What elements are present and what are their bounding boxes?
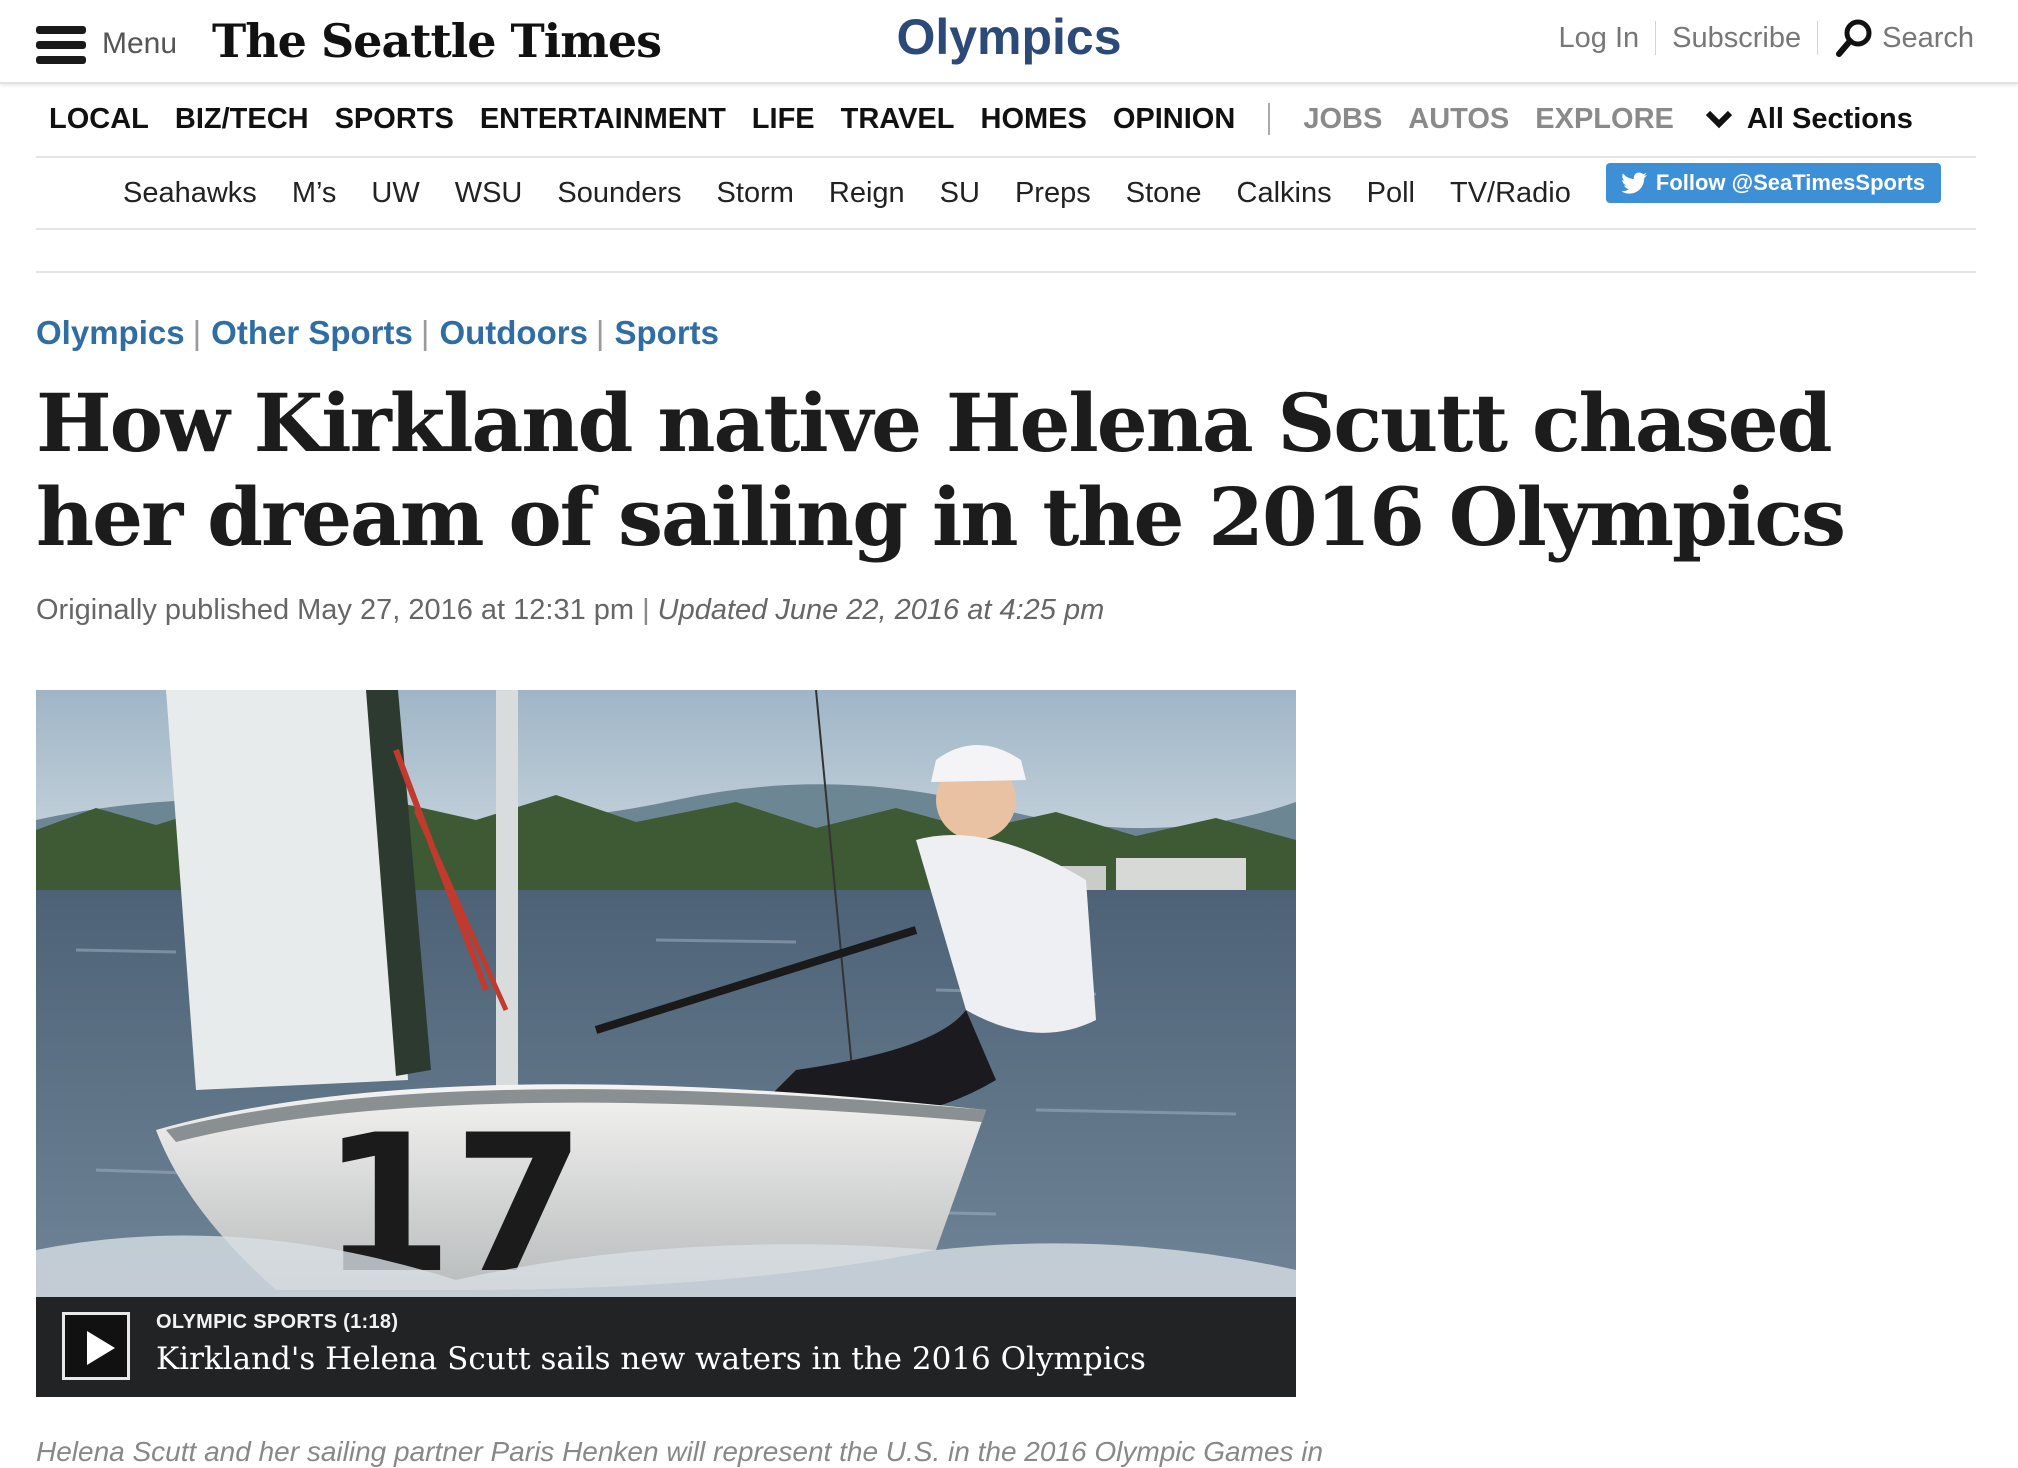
login-link[interactable]: Log In	[1559, 22, 1640, 55]
search-label: Search	[1882, 21, 1974, 54]
subnav-tv-radio[interactable]: TV/Radio	[1450, 177, 1571, 210]
subnav-uw[interactable]: UW	[371, 177, 419, 210]
nav-sports[interactable]: SPORTS	[335, 103, 454, 136]
subnav-seahawks[interactable]: Seahawks	[123, 177, 257, 210]
hamburger-icon	[36, 24, 86, 64]
dateline: Originally published May 27, 2016 at 12:…	[36, 594, 1104, 627]
account-links: Log In Subscribe Search	[1559, 18, 1974, 58]
subnav-sounders[interactable]: Sounders	[557, 177, 681, 210]
menu-button[interactable]: Menu	[36, 22, 177, 66]
category-links: Olympics | Other Sports | Outdoors | Spo…	[36, 314, 719, 352]
category-link-outdoors[interactable]: Outdoors	[439, 314, 587, 352]
subnav-storm[interactable]: Storm	[717, 177, 794, 210]
category-link-sports[interactable]: Sports	[615, 314, 720, 352]
subnav-wsu[interactable]: WSU	[455, 177, 523, 210]
section-divider	[36, 271, 1976, 273]
chevron-down-icon	[1705, 110, 1732, 129]
nav-local[interactable]: LOCAL	[49, 103, 149, 136]
primary-nav: LOCAL BIZ/TECH SPORTS ENTERTAINMENT LIFE…	[36, 82, 1976, 158]
site-logo[interactable]: The Seattle Times	[212, 14, 662, 68]
search-icon	[1836, 19, 1872, 57]
nav-entertainment[interactable]: ENTERTAINMENT	[480, 103, 726, 136]
subnav-reign[interactable]: Reign	[829, 177, 905, 210]
nav-jobs[interactable]: JOBS	[1303, 103, 1382, 136]
subnav-stone[interactable]: Stone	[1126, 177, 1202, 210]
category-link-other-sports[interactable]: Other Sports	[211, 314, 413, 352]
subnav-preps[interactable]: Preps	[1015, 177, 1091, 210]
divider: |	[420, 314, 430, 351]
nav-travel[interactable]: TRAVEL	[841, 103, 955, 136]
sports-subnav: Seahawks M’s UW WSU Sounders Storm Reign…	[36, 158, 1976, 230]
updated-date: Updated June 22, 2016 at 4:25 pm	[657, 594, 1105, 626]
video-caption-bar: OLYMPIC SPORTS (1:18) Kirkland's Helena …	[36, 1297, 1296, 1397]
menu-label: Menu	[102, 27, 178, 60]
twitter-bird-icon	[1621, 172, 1647, 194]
subnav-calkins[interactable]: Calkins	[1237, 177, 1332, 210]
nav-divider	[1268, 103, 1271, 135]
all-sections-button[interactable]: All Sections	[1705, 103, 1913, 136]
photo-caption: Helena Scutt and her sailing partner Par…	[36, 1436, 1324, 1467]
subnav-su[interactable]: SU	[940, 177, 980, 210]
divider: |	[192, 314, 202, 351]
subnav-mariners[interactable]: M’s	[292, 177, 337, 210]
divider: |	[642, 594, 650, 626]
nav-autos[interactable]: AUTOS	[1408, 103, 1509, 136]
video-title[interactable]: Kirkland's Helena Scutt sails new waters…	[156, 1341, 1146, 1377]
video-player[interactable]: 17 OLYMPIC SPORTS (1:18) Kirkland's Hele…	[36, 690, 1296, 1397]
nav-explore[interactable]: EXPLORE	[1535, 103, 1674, 136]
search-button[interactable]: Search	[1834, 18, 1974, 58]
nav-opinion[interactable]: OPINION	[1113, 103, 1235, 136]
follow-label: Follow @SeaTimesSports	[1655, 170, 1926, 195]
subscribe-link[interactable]: Subscribe	[1672, 22, 1801, 55]
published-date: Originally published May 27, 2016 at 12:…	[36, 594, 635, 626]
top-bar: Menu The Seattle Times Olympics Log In S…	[0, 0, 2018, 84]
article-headline: How Kirkland native Helena Scutt chased …	[36, 376, 1846, 564]
video-thumbnail: 17	[36, 690, 1296, 1297]
divider: |	[595, 314, 605, 351]
subnav-poll[interactable]: Poll	[1367, 177, 1415, 210]
divider	[1817, 21, 1819, 55]
play-icon[interactable]	[62, 1312, 130, 1380]
nav-life[interactable]: LIFE	[752, 103, 815, 136]
video-kicker: OLYMPIC SPORTS (1:18)	[156, 1311, 399, 1333]
category-link-olympics[interactable]: Olympics	[36, 314, 185, 352]
twitter-follow-button[interactable]: Follow @SeaTimesSports	[1605, 163, 1942, 203]
divider	[1655, 21, 1657, 55]
all-sections-label: All Sections	[1746, 102, 1913, 135]
nav-biz-tech[interactable]: BIZ/TECH	[175, 103, 309, 136]
nav-homes[interactable]: HOMES	[981, 103, 1087, 136]
